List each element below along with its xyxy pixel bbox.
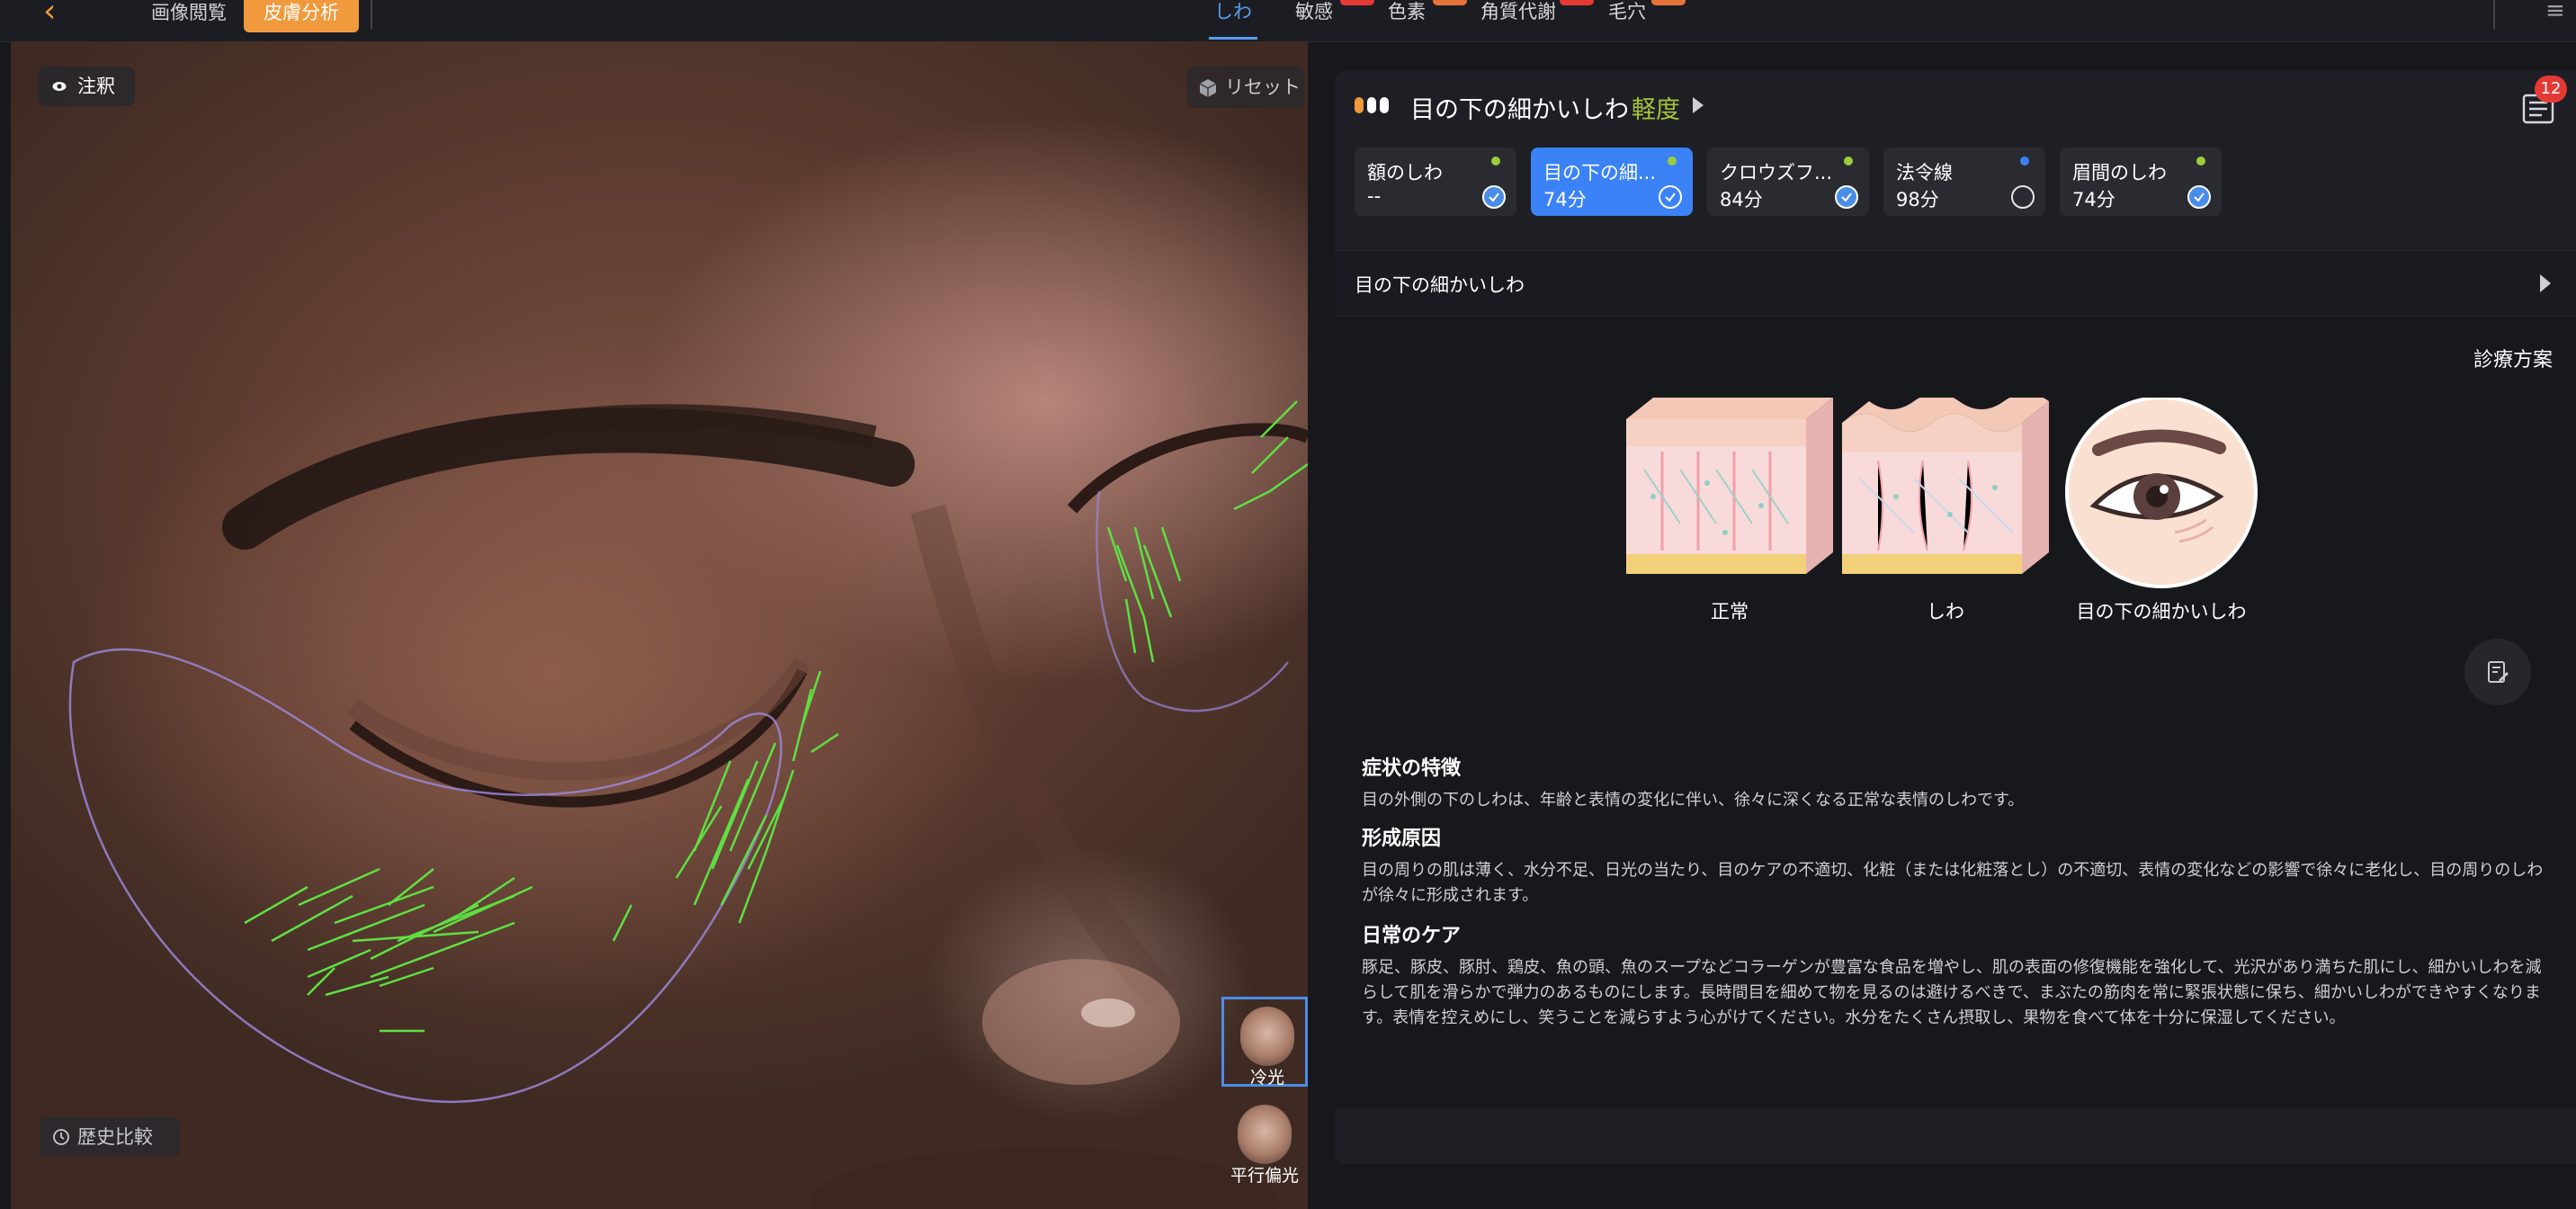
status-dot (1491, 157, 1500, 166)
category-tab-sensitivity[interactable]: 敏感 (1295, 0, 1333, 40)
category-tab-label: 角質代謝 (1480, 1, 1556, 22)
care-text: 豚足、豚皮、豚肘、鶏皮、魚の頭、魚のスープなどコラーゲンが豊富な食品を増やし、肌… (1362, 958, 2542, 1027)
check-icon[interactable] (2187, 185, 2211, 209)
subtab-nasolabial[interactable]: 法令線 98分 (1883, 148, 2045, 216)
wrinkled-skin-illustration-icon (1842, 393, 2049, 574)
nav-divider (2493, 0, 2495, 29)
face-photo-render (68, 400, 1308, 1209)
subtab-score: 74分 (2072, 189, 2115, 210)
thumbnail-parallel-polarized[interactable]: 平行偏光 (1221, 1097, 1308, 1187)
face-photo-viewer[interactable]: 注釈 リセット 歴史比較 冷光 平行偏光 (11, 41, 1308, 1209)
section-header[interactable]: 目の下の細かいしわ (1335, 250, 2576, 317)
subtab-name: 額のしわ (1367, 162, 1443, 184)
subtab-glabella[interactable]: 眉間のしわ 74分 (2060, 148, 2222, 216)
category-tab-pigmentation[interactable]: 色素 (1388, 0, 1426, 40)
category-tab-wrinkles[interactable]: しわ (1209, 0, 1257, 40)
category-tab-label: 敏感 (1295, 1, 1333, 22)
category-tab-pores[interactable]: 毛穴 (1608, 0, 1646, 40)
category-badge (1651, 0, 1686, 5)
check-icon[interactable] (1482, 185, 1506, 209)
face-thumbnail-image (1238, 1105, 1292, 1164)
tab-image-view[interactable]: 画像閲覧 (126, 0, 252, 29)
panel-footer (1335, 1108, 2576, 1164)
subtab-score: 74分 (1543, 189, 1587, 210)
annotation-toggle-button[interactable]: 注釈 (38, 67, 135, 106)
normal-skin-illustration-icon (1626, 398, 1833, 574)
nav-divider (371, 0, 372, 29)
check-icon[interactable] (1835, 185, 1858, 209)
illustration-caption: しわ (1927, 601, 1964, 622)
thumbnail-label: 冷光 (1249, 1068, 1284, 1088)
status-dot (1668, 157, 1677, 166)
analysis-panel: 目の下の細かいしわ 軽度 12 額のしわ -- 目の下の細... 74分 クロウ… (1335, 70, 2576, 1164)
care-heading: 日常のケア (1362, 925, 1462, 947)
subtab-name: 眉間のしわ (2072, 162, 2167, 184)
active-tab-underline (1209, 37, 1257, 40)
subtab-name: 目の下の細... (1543, 162, 1657, 184)
symptoms-text: 目の外側の下のしわは、年齢と表情の変化に伴い、徐々に深くなる正常な表情のしわです… (1362, 791, 2025, 810)
reset-label: リセット (1225, 76, 1301, 98)
eye-icon (52, 82, 67, 91)
category-badge (1433, 0, 1467, 5)
status-dot (2196, 157, 2205, 166)
tab-skin-analysis[interactable]: 皮膚分析 (244, 0, 359, 32)
treatment-content: 診療方案 正常 しわ 目の下の細かいしわ 症状の特徴 目の外側の下のしわは、年齢… (1335, 317, 2576, 1108)
annotation-toggle-label: 注釈 (77, 76, 115, 97)
play-arrow-icon[interactable] (1693, 97, 1704, 113)
subtab-forehead[interactable]: 額のしわ -- (1355, 148, 1516, 216)
thumbnail-cold-light[interactable]: 冷光 (1221, 997, 1308, 1088)
symptoms-heading: 症状の特徴 (1362, 757, 1462, 780)
edit-note-icon (2488, 661, 2509, 683)
normal-skin-card: 正常 (1626, 398, 1833, 631)
cube-icon (1199, 79, 1217, 97)
cause-heading: 形成原因 (1362, 828, 1442, 850)
cause-text: 目の周りの肌は薄く、水分不足、日光の当たり、目のケアの不適切、化粧（または化粧落… (1362, 861, 2544, 905)
subtab-crows-feet[interactable]: クロウズフ... 84分 (1707, 148, 1869, 216)
eye-wrinkle-card: 目の下の細かいしわ (2058, 396, 2265, 631)
face-thumbnail-image (1240, 1007, 1294, 1066)
subtab-under-eye[interactable]: 目の下の細... 74分 (1531, 148, 1693, 216)
category-tab-label: しわ (1214, 1, 1252, 22)
check-icon[interactable] (1659, 185, 1682, 209)
subtab-name: クロウズフ... (1720, 162, 1833, 184)
notes-button[interactable] (2464, 639, 2531, 705)
treatment-plan-label[interactable]: 診療方案 (2473, 344, 2553, 372)
category-badge (1340, 0, 1374, 5)
back-chevron-icon[interactable]: ‹ (43, 0, 79, 28)
severity-label: 軽度 (1632, 96, 1680, 124)
subtab-score: 84分 (1720, 189, 1763, 210)
top-navigation-bar: ‹ 画像閲覧 皮膚分析 しわ 敏感 色素 角質代謝 毛穴 ≡ (0, 0, 2576, 42)
category-tab-label: 色素 (1388, 1, 1426, 22)
panel-title: 目の下の細かいしわ (1410, 96, 1629, 124)
clock-icon (53, 1129, 69, 1145)
report-count-badge: 12 (2535, 76, 2567, 103)
severity-dots-icon (1355, 97, 1389, 113)
subtab-score: 98分 (1896, 189, 1939, 210)
history-compare-label: 歴史比較 (77, 1126, 153, 1148)
eye-wrinkle-illustration-icon (2065, 396, 2258, 588)
play-arrow-icon[interactable] (2540, 274, 2551, 292)
status-dot (1844, 157, 1853, 166)
category-tab-label: 毛穴 (1608, 1, 1646, 22)
section-header-label: 目の下の細かいしわ (1355, 274, 1525, 296)
thumbnail-label: 平行偏光 (1230, 1166, 1299, 1186)
history-compare-button[interactable]: 歴史比較 (40, 1117, 180, 1157)
reset-button[interactable]: リセット (1187, 67, 1304, 108)
subtab-score: -- (1367, 185, 1382, 207)
illustration-caption: 正常 (1711, 601, 1749, 622)
wrinkled-skin-card: しわ (1842, 393, 2049, 631)
unchecked-circle-icon[interactable] (2011, 185, 2035, 209)
category-tab-keratin[interactable]: 角質代謝 (1480, 0, 1556, 40)
status-dot (2020, 157, 2029, 166)
category-badge (1560, 0, 1594, 5)
illustration-caption: 目の下の細かいしわ (2076, 601, 2247, 622)
menu-icon[interactable]: ≡ (2545, 0, 2572, 27)
subtab-name: 法令線 (1896, 162, 1953, 184)
